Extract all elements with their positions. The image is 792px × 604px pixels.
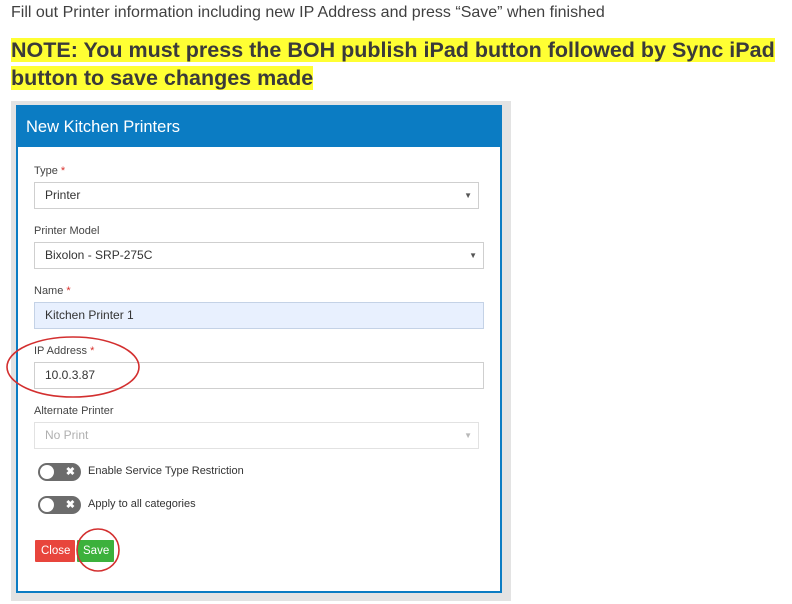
- name-value: Kitchen Printer 1: [45, 308, 134, 322]
- apply-all-categories-toggle[interactable]: ✖: [38, 496, 81, 514]
- new-kitchen-printers-dialog: New Kitchen Printers Type * Printer ▼ Pr…: [16, 105, 502, 593]
- toggle-knob: [40, 465, 54, 479]
- type-label: Type *: [34, 165, 66, 177]
- save-button[interactable]: Save: [77, 540, 114, 562]
- printer-model-select[interactable]: Bixolon - SRP-275C ▼: [34, 242, 484, 269]
- note-text: NOTE: You must press the BOH publish iPa…: [11, 36, 786, 92]
- ip-address-label: IP Address *: [34, 345, 95, 357]
- required-mark: *: [66, 285, 71, 297]
- instruction-text: Fill out Printer information including n…: [11, 4, 605, 21]
- chevron-down-icon: ▼: [469, 251, 477, 260]
- name-label: Name *: [34, 285, 71, 297]
- required-mark: *: [90, 345, 95, 357]
- chevron-down-icon: ▼: [464, 191, 472, 200]
- close-icon: ✖: [65, 466, 75, 478]
- required-mark: *: [60, 165, 66, 177]
- ip-address-value: 10.0.3.87: [45, 368, 96, 382]
- note-highlight: NOTE: You must press the BOH publish iPa…: [11, 38, 775, 90]
- alternate-printer-value: No Print: [45, 428, 89, 442]
- ip-address-input[interactable]: 10.0.3.87: [34, 362, 484, 389]
- toggle-knob: [40, 498, 54, 512]
- apply-all-categories-label: Apply to all categories: [88, 498, 196, 510]
- type-value: Printer: [45, 188, 81, 202]
- type-select[interactable]: Printer ▼: [34, 182, 479, 209]
- alternate-printer-select[interactable]: No Print ▼: [34, 422, 479, 449]
- dialog-title: New Kitchen Printers: [18, 107, 500, 147]
- name-input[interactable]: Kitchen Printer 1: [34, 302, 484, 329]
- printer-model-value: Bixolon - SRP-275C: [45, 248, 153, 262]
- service-type-restriction-label: Enable Service Type Restriction: [88, 465, 244, 477]
- close-button[interactable]: Close: [35, 540, 75, 562]
- service-type-restriction-toggle[interactable]: ✖: [38, 463, 81, 481]
- chevron-down-icon: ▼: [464, 431, 472, 440]
- close-icon: ✖: [65, 499, 75, 511]
- printer-model-label: Printer Model: [34, 225, 100, 237]
- alternate-printer-label: Alternate Printer: [34, 405, 114, 417]
